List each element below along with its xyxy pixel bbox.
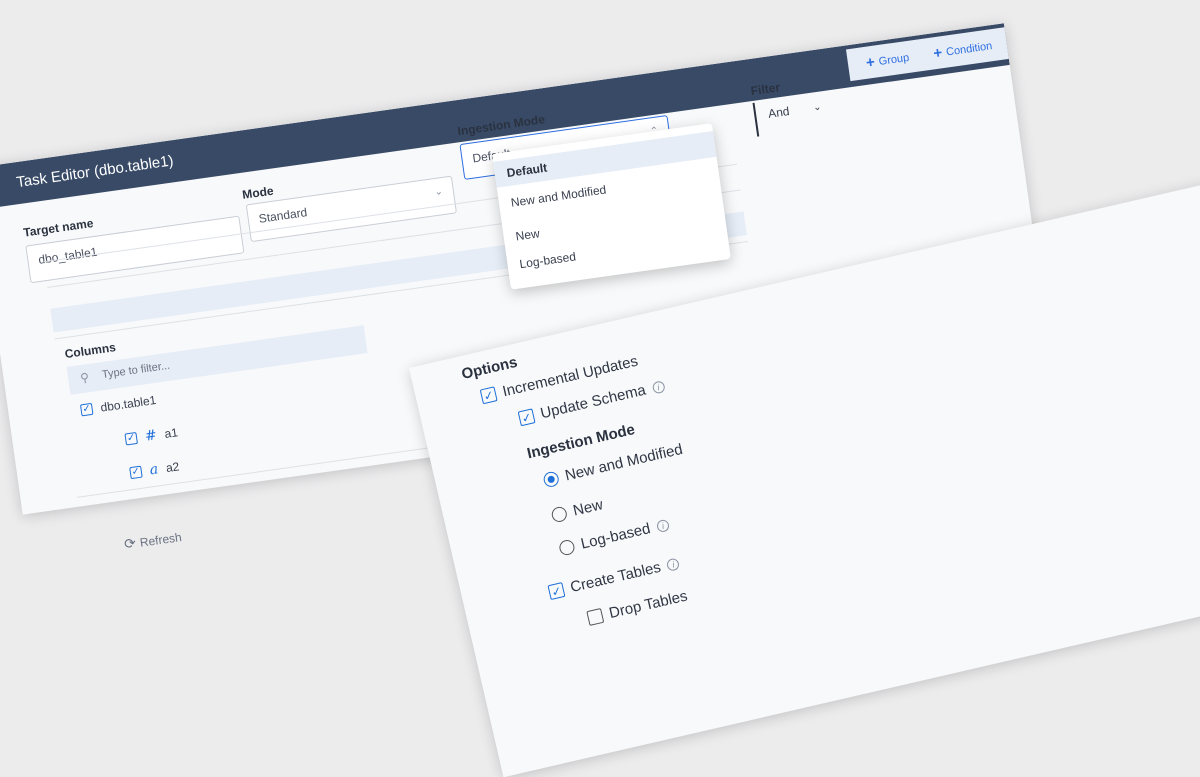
column-name: a2: [165, 459, 181, 476]
hash-icon: #: [143, 427, 158, 445]
radio-log-based[interactable]: Log-based i: [557, 516, 671, 558]
mode-value: Standard: [257, 205, 309, 226]
chevron-down-icon: ⌄: [812, 101, 823, 114]
filter-operator-value: And: [767, 104, 791, 121]
columns-label: Columns: [63, 340, 117, 362]
info-icon[interactable]: i: [665, 556, 681, 572]
mode-select[interactable]: Standard ⌄: [245, 175, 457, 243]
plus-icon: +: [864, 53, 876, 72]
radio-unselected-icon[interactable]: [550, 505, 569, 524]
checkbox-checked-icon[interactable]: ✓: [129, 465, 143, 480]
add-group-label: Group: [877, 51, 910, 68]
create-tables-label: Create Tables: [568, 558, 663, 597]
checkbox-unchecked-icon[interactable]: ✓: [586, 607, 605, 626]
drop-tables-checkbox[interactable]: ✓ Drop Tables: [586, 587, 689, 626]
drop-tables-label: Drop Tables: [607, 587, 690, 622]
checkbox-checked-icon[interactable]: ✓: [479, 386, 498, 405]
options-heading: Options: [459, 353, 520, 384]
column-row[interactable]: ✓ # a1: [124, 424, 179, 447]
filter-operator-select[interactable]: And ⌄: [767, 100, 822, 121]
radio-unselected-icon[interactable]: [557, 538, 576, 557]
checkbox-checked-icon[interactable]: ✓: [79, 402, 94, 417]
filter-group-bar: [752, 102, 760, 137]
refresh-icon: ⟳: [123, 534, 137, 552]
info-icon[interactable]: i: [651, 379, 666, 395]
radio-log-based-label: Log-based: [579, 520, 653, 553]
radio-new[interactable]: New: [550, 496, 605, 524]
chevron-down-icon: ⌄: [433, 186, 444, 199]
refresh-button[interactable]: ⟳ Refresh: [123, 528, 183, 553]
table-name: dbo.table1: [99, 392, 158, 415]
info-icon[interactable]: i: [655, 518, 671, 533]
radio-new-label: New: [571, 496, 605, 520]
refresh-label: Refresh: [138, 529, 183, 550]
text-icon: a: [148, 461, 160, 479]
column-row[interactable]: ✓ a a2: [129, 458, 180, 481]
checkbox-checked-icon[interactable]: ✓: [517, 408, 536, 427]
column-filter-placeholder: Type to filter...: [101, 359, 171, 382]
column-name: a1: [163, 425, 179, 441]
task-editor-title: Task Editor (dbo.table1): [15, 152, 175, 192]
plus-icon: +: [932, 44, 944, 63]
mode-label: Mode: [241, 183, 275, 202]
table-row[interactable]: ✓ dbo.table1: [79, 392, 158, 417]
column-filter-input[interactable]: ⚲ Type to filter...: [66, 325, 368, 395]
search-icon: ⚲: [79, 370, 90, 386]
checkbox-checked-icon[interactable]: ✓: [124, 431, 138, 446]
radio-selected-icon[interactable]: [542, 470, 561, 489]
target-name-label: Target name: [22, 216, 95, 240]
checkbox-checked-icon[interactable]: ✓: [547, 582, 566, 601]
